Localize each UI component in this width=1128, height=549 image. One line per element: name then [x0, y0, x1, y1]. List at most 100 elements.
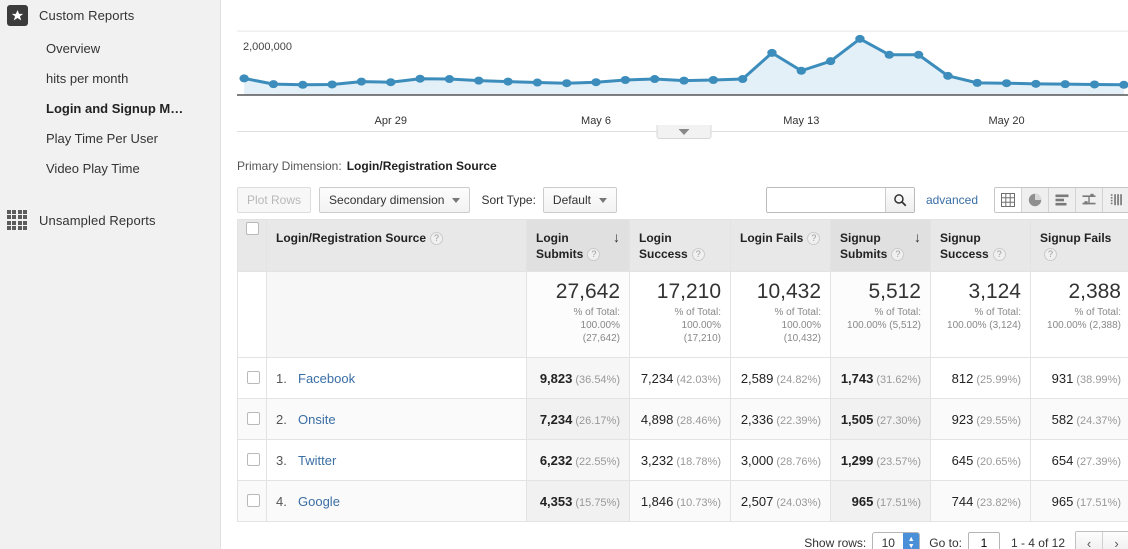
totals-source-cell	[266, 271, 527, 358]
help-icon[interactable]: ?	[587, 247, 601, 261]
chart-data-point[interactable]	[532, 78, 543, 87]
pivot-view-icon[interactable]	[1103, 188, 1128, 212]
chart-data-point[interactable]	[972, 78, 982, 87]
metric-percent: (10.73%)	[676, 496, 721, 509]
chart-data-point[interactable]	[943, 71, 953, 80]
sidebar-item-play-time-per-user[interactable]: Play Time Per User	[0, 123, 220, 153]
chart-plot-area[interactable]: Apr 29 May 6 May 13 May 20	[237, 0, 1128, 131]
metric-value: 965	[1051, 493, 1074, 509]
row-source-link[interactable]: Facebook	[298, 371, 355, 386]
chart-data-point[interactable]	[708, 75, 719, 84]
chart-data-point[interactable]	[825, 57, 836, 66]
row-metric-cell: 7,234 (42.03%)	[629, 357, 731, 399]
help-icon[interactable]: ?	[691, 247, 705, 261]
sidebar-item-hits-per-month[interactable]: hits per month	[0, 63, 220, 93]
chart-data-point[interactable]	[679, 76, 689, 85]
pie-chart-view-icon[interactable]	[1022, 188, 1049, 212]
sidebar-item-video-play-time[interactable]: Video Play Time	[0, 153, 220, 183]
chart-data-point[interactable]	[855, 34, 865, 43]
chart-data-point[interactable]	[503, 77, 513, 86]
chart-data-point[interactable]	[268, 80, 279, 89]
table-row[interactable]: 3. Twitter 6,232 (22.55%) 3,232 (18.78%) 3,000…	[237, 439, 1128, 481]
chart-data-point[interactable]	[796, 66, 806, 75]
chart-data-point[interactable]	[884, 50, 894, 59]
sort-type-button[interactable]: Default	[542, 187, 617, 213]
table-row[interactable]: 2. Onsite 7,234 (26.17%) 4,898 (28.46%) 2,336(…	[237, 398, 1128, 440]
secondary-dimension-button[interactable]: Secondary dimension	[319, 187, 471, 213]
row-checkbox[interactable]	[247, 494, 260, 507]
primary-dimension-value[interactable]: Login/Registration Source	[347, 159, 497, 173]
help-icon[interactable]: ?	[891, 247, 905, 261]
show-rows-select[interactable]: 10 ▲ ▼	[872, 532, 921, 549]
chart-data-point[interactable]	[620, 75, 631, 84]
search-input[interactable]	[766, 188, 885, 212]
chart-data-point[interactable]	[298, 80, 308, 89]
row-metric-cell: 1,299 (23.57%)	[830, 439, 931, 481]
sidebar-item-label: Overview	[46, 40, 101, 56]
chart-data-point[interactable]	[649, 75, 660, 84]
chart-data-point[interactable]	[562, 79, 572, 88]
column-header-source[interactable]: Login/Registration Source?	[266, 219, 527, 272]
column-header-signup-fails[interactable]: Signup Fails?	[1030, 219, 1128, 272]
metric-percent: (23.82%)	[976, 496, 1021, 509]
help-icon[interactable]: ?	[430, 231, 444, 245]
row-source-link[interactable]: Google	[298, 494, 340, 509]
plot-rows-button[interactable]: Plot Rows	[237, 187, 312, 213]
chart-data-point[interactable]	[386, 78, 396, 87]
column-header-login-success[interactable]: Login Success?	[629, 219, 731, 272]
row-checkbox[interactable]	[247, 371, 260, 384]
column-header-login-submits[interactable]: Login Submits? ↓	[526, 219, 630, 272]
help-icon[interactable]: ?	[807, 231, 821, 245]
row-metric-cell: 812 (25.99%)	[930, 357, 1031, 399]
help-icon[interactable]: ?	[992, 247, 1006, 261]
chart-data-point[interactable]	[1060, 80, 1070, 89]
sidebar-group-custom-reports[interactable]: Custom Reports	[0, 1, 220, 29]
chart-data-point[interactable]	[474, 76, 484, 85]
go-to-input[interactable]	[967, 532, 1000, 549]
sidebar-item-login-and-signup[interactable]: Login and Signup M…	[0, 93, 220, 123]
row-metric-cell: 2,589 (24.82%)	[730, 357, 831, 399]
table-row[interactable]: 1. Facebook 9,823 (36.54%) 7,234 (42.03%) 2,58…	[237, 357, 1128, 399]
table-view-icon[interactable]	[995, 188, 1022, 212]
sidebar-group-unsampled-reports[interactable]: Unsampled Reports	[0, 206, 220, 234]
chart-data-point[interactable]	[913, 50, 924, 59]
bar-chart-view-icon[interactable]	[1049, 188, 1076, 212]
next-page-button[interactable]: ›	[1103, 532, 1128, 549]
totals-cell: 10,432 % of Total: 100.00% (10,432)	[730, 271, 831, 358]
chart-data-point[interactable]	[356, 77, 367, 86]
row-checkbox-cell	[237, 357, 267, 399]
previous-page-button[interactable]: ‹	[1076, 532, 1103, 549]
chart-data-point[interactable]	[444, 75, 455, 84]
metric-value: 9,823	[539, 370, 573, 386]
table-row[interactable]: 4. Google 4,353 (15.75%) 1,846 (10.73%) 2,507(…	[237, 480, 1128, 522]
comparison-view-icon[interactable]	[1076, 188, 1103, 212]
column-header-signup-submits[interactable]: Signup Submits? ↓	[830, 219, 931, 272]
column-header-login-fails[interactable]: Login Fails?	[730, 219, 831, 272]
chart-data-point[interactable]	[415, 74, 425, 83]
chart-collapse-handle[interactable]	[656, 125, 712, 139]
chart-data-point[interactable]	[1001, 79, 1012, 88]
search-button[interactable]	[884, 188, 914, 212]
column-label: Login Submits	[536, 231, 584, 261]
chart-data-point[interactable]	[1089, 80, 1100, 89]
column-header-signup-success[interactable]: Signup Success?	[930, 219, 1031, 272]
row-checkbox[interactable]	[247, 412, 260, 425]
help-icon[interactable]: ?	[1044, 247, 1057, 261]
metric-value: 923	[951, 411, 974, 427]
chart-data-point[interactable]	[737, 75, 748, 84]
advanced-link[interactable]: advanced	[926, 193, 978, 207]
chart-data-point[interactable]	[591, 78, 601, 87]
row-checkbox[interactable]	[247, 453, 260, 466]
metric-percent: (17.51%)	[876, 496, 921, 509]
chart-data-point[interactable]	[327, 80, 337, 89]
chart-data-point[interactable]	[767, 48, 777, 57]
select-all-checkbox[interactable]	[245, 222, 259, 235]
stepper-icon[interactable]: ▲ ▼	[903, 533, 920, 549]
chart-data-point[interactable]	[1031, 79, 1041, 88]
row-source-link[interactable]: Onsite	[298, 412, 336, 427]
sort-type-value: Default	[552, 193, 591, 207]
sidebar-item-overview[interactable]: Overview	[0, 33, 220, 63]
chart-data-point[interactable]	[239, 74, 249, 83]
row-metric-cell: 7,234 (26.17%)	[526, 398, 630, 440]
row-source-link[interactable]: Twitter	[298, 453, 336, 468]
